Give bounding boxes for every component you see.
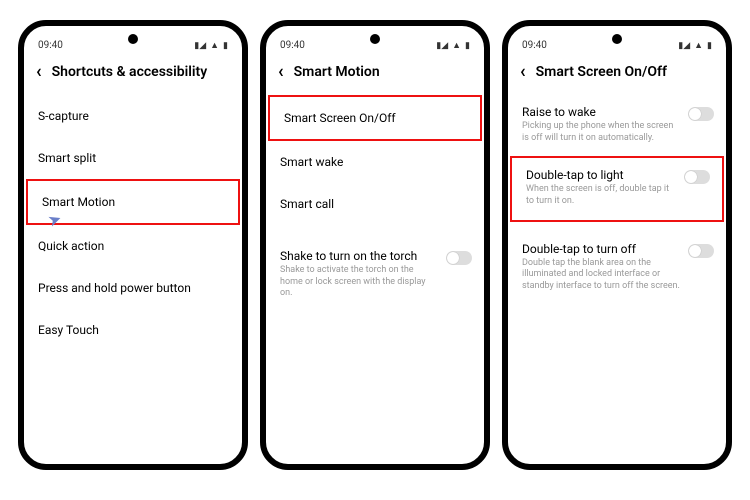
toggle-double-tap-light[interactable]: Double-tap to light When the screen is o… — [510, 156, 724, 221]
toggle-switch[interactable] — [684, 170, 710, 184]
page-title: Smart Screen On/Off — [536, 64, 667, 80]
toggle-desc: When the screen is off, double tap it to… — [526, 184, 676, 207]
status-icons: ▮◢ ▲ ▮ — [194, 40, 228, 51]
battery-icon: ▮ — [707, 41, 712, 51]
settings-list: S-capture Smart split Smart Motion ➤ Qui… — [24, 95, 242, 464]
toggle-desc: Picking up the phone when the screen is … — [522, 121, 680, 144]
phone-2: 09:40 ▮◢ ▲ ▮ ‹ Smart Motion Smart Screen… — [260, 20, 490, 470]
settings-list: Raise to wake Picking up the phone when … — [508, 95, 726, 464]
battery-icon: ▮ — [223, 41, 228, 51]
back-icon[interactable]: ‹ — [36, 63, 42, 81]
toggle-switch[interactable] — [688, 107, 714, 121]
toggle-text: Double-tap to light When the screen is o… — [526, 168, 676, 207]
toggle-title: Raise to wake — [522, 105, 680, 119]
list-item-smart-call[interactable]: Smart call — [266, 183, 484, 225]
list-item-smart-wake[interactable]: Smart wake — [266, 141, 484, 183]
header: ‹ Smart Motion — [266, 53, 484, 95]
wifi-icon: ▲ — [694, 40, 703, 51]
page-title: Shortcuts & accessibility — [52, 64, 208, 80]
phone-3: 09:40 ▮◢ ▲ ▮ ‹ Smart Screen On/Off Raise… — [502, 20, 732, 470]
toggle-double-tap-off[interactable]: Double-tap to turn off Double tap the bl… — [508, 232, 726, 305]
list-item-smart-motion[interactable]: Smart Motion ➤ — [26, 179, 240, 225]
status-bar: 09:40 ▮◢ ▲ ▮ — [508, 34, 726, 53]
status-time: 09:40 — [522, 40, 547, 51]
status-icons: ▮◢ ▲ ▮ — [436, 40, 470, 51]
page-title: Smart Motion — [294, 64, 380, 80]
header: ‹ Shortcuts & accessibility — [24, 53, 242, 95]
wifi-icon: ▲ — [210, 40, 219, 51]
status-time: 09:40 — [280, 40, 305, 51]
toggle-text: Raise to wake Picking up the phone when … — [522, 105, 680, 144]
toggle-text: Shake to turn on the torch Shake to acti… — [280, 249, 438, 300]
list-item-smart-screen[interactable]: Smart Screen On/Off — [268, 95, 482, 141]
status-icons: ▮◢ ▲ ▮ — [678, 40, 712, 51]
signal-icon: ▮◢ — [436, 41, 448, 51]
toggle-switch[interactable] — [446, 251, 472, 265]
back-icon[interactable]: ‹ — [520, 63, 526, 81]
status-bar: 09:40 ▮◢ ▲ ▮ — [24, 34, 242, 53]
toggle-title: Shake to turn on the torch — [280, 249, 438, 263]
toggle-title: Double-tap to light — [526, 168, 676, 182]
settings-list: Smart Screen On/Off Smart wake Smart cal… — [266, 95, 484, 464]
list-item-s-capture[interactable]: S-capture — [24, 95, 242, 137]
toggle-switch[interactable] — [688, 244, 714, 258]
phone-1: 09:40 ▮◢ ▲ ▮ ‹ Shortcuts & accessibility… — [18, 20, 248, 470]
signal-icon: ▮◢ — [678, 41, 690, 51]
wifi-icon: ▲ — [452, 40, 461, 51]
toggle-title: Double-tap to turn off — [522, 242, 680, 256]
toggle-desc: Shake to activate the torch on the home … — [280, 265, 438, 300]
back-icon[interactable]: ‹ — [278, 63, 284, 81]
battery-icon: ▮ — [465, 41, 470, 51]
status-bar: 09:40 ▮◢ ▲ ▮ — [266, 34, 484, 53]
toggle-raise-wake[interactable]: Raise to wake Picking up the phone when … — [508, 95, 726, 156]
list-item-smart-split[interactable]: Smart split — [24, 137, 242, 179]
toggle-text: Double-tap to turn off Double tap the bl… — [522, 242, 680, 293]
toggle-shake-torch[interactable]: Shake to turn on the torch Shake to acti… — [266, 239, 484, 312]
status-time: 09:40 — [38, 40, 63, 51]
header: ‹ Smart Screen On/Off — [508, 53, 726, 95]
signal-icon: ▮◢ — [194, 41, 206, 51]
list-item-press-hold-power[interactable]: Press and hold power button — [24, 267, 242, 309]
list-item-easy-touch[interactable]: Easy Touch — [24, 309, 242, 351]
toggle-desc: Double tap the blank area on the illumin… — [522, 258, 680, 293]
list-item-quick-action[interactable]: Quick action — [24, 225, 242, 267]
